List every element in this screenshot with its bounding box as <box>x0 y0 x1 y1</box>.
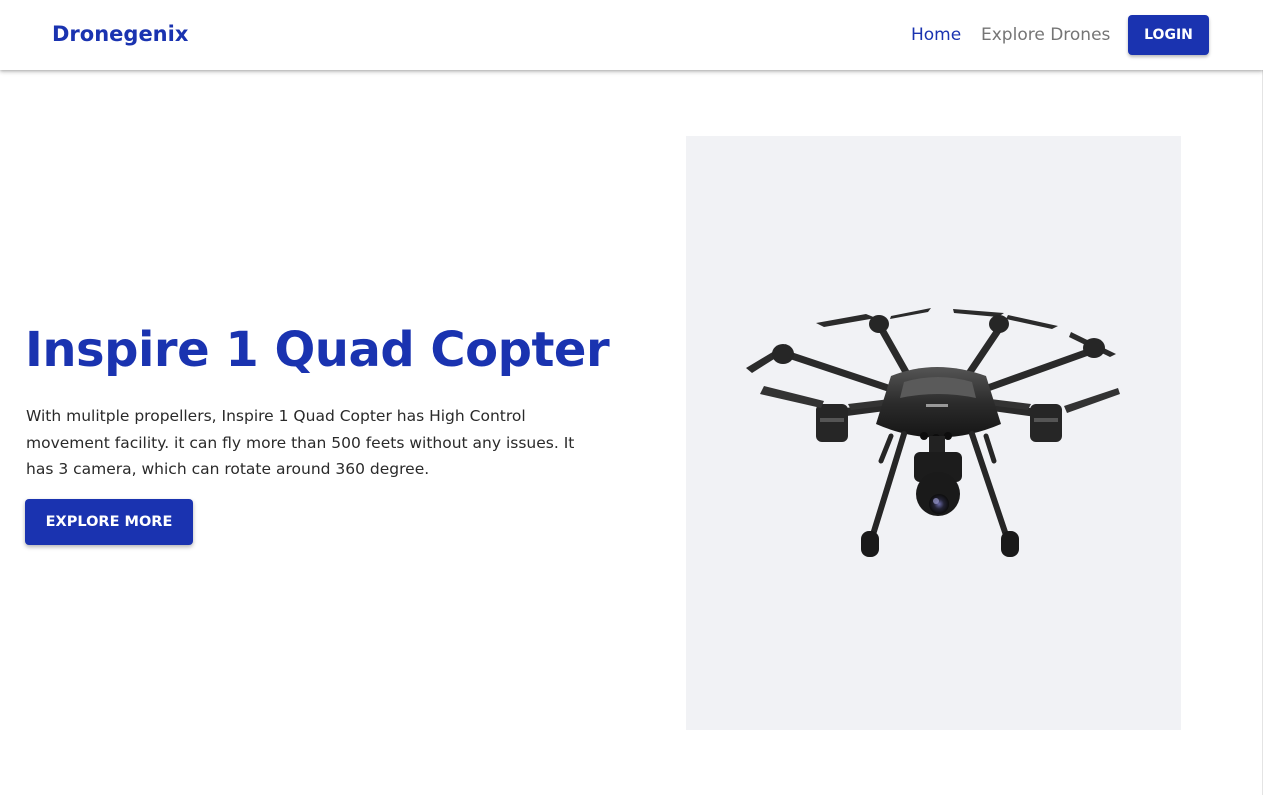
hero-description: With mulitple propellers, Inspire 1 Quad… <box>26 407 575 478</box>
hero-title: Inspire 1 Quad Copter <box>25 322 610 378</box>
explore-more-button[interactable]: EXPLORE MORE <box>25 499 193 545</box>
login-button[interactable]: LOGIN <box>1128 15 1209 55</box>
nav-link-explore-drones[interactable]: Explore Drones <box>981 25 1110 45</box>
drone-image <box>746 308 1120 557</box>
product-image-panel <box>686 136 1181 730</box>
navbar: Dronegenix Home Explore Drones LOGIN <box>0 0 1263 70</box>
nav-link-home[interactable]: Home <box>911 25 961 45</box>
brand-logo[interactable]: Dronegenix <box>52 22 188 46</box>
